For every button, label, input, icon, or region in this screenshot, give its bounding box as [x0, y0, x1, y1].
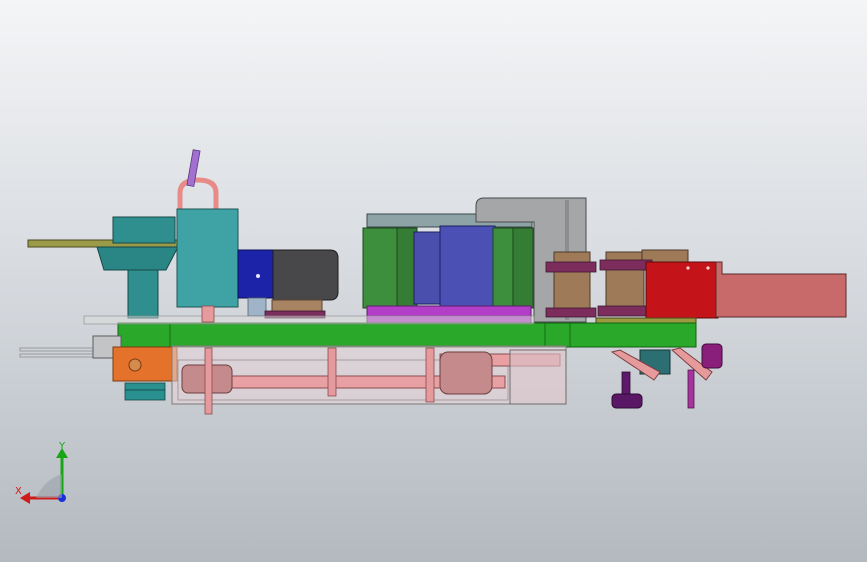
purple-knob-left [611, 393, 643, 409]
center-green-right [492, 227, 516, 309]
brown-roller-right-band [599, 259, 653, 271]
coordinate-triad: X Y [14, 440, 78, 510]
blue-block-dot [256, 274, 260, 278]
graphics-viewport[interactable]: X Y [0, 0, 867, 562]
x-axis-label: X [15, 486, 22, 497]
pink-handle [177, 177, 219, 212]
brown-disk [271, 299, 323, 313]
brown-roller-left-band-bottom [545, 307, 597, 318]
teal-foot-base [124, 389, 166, 401]
pulley-right [439, 351, 493, 395]
orange-bracket-hole [128, 358, 142, 372]
red-block [645, 261, 719, 319]
teal-foot [124, 382, 166, 391]
teal-cylinder [176, 208, 239, 308]
shaft-1 [204, 347, 213, 415]
shaft-3 [425, 347, 435, 403]
teal-funnel-cone [96, 246, 179, 271]
teal-funnel-top [112, 216, 176, 244]
orange-bracket [112, 346, 178, 382]
red-arm [715, 261, 847, 318]
brown-roller-left-band-top [545, 261, 597, 273]
red-block-dot-2 [706, 266, 710, 270]
purple-knob-stem-right [687, 369, 695, 409]
brown-roller-left [553, 251, 591, 315]
green-base-plate [117, 322, 697, 348]
purple-knob-stem-left [621, 371, 631, 397]
triad-shade [36, 474, 62, 498]
center-green-right-2 [512, 227, 534, 309]
gray-motor [272, 249, 339, 301]
left-rod-upper [19, 347, 101, 352]
red-block-dot [686, 266, 690, 270]
purple-knob-right [701, 343, 723, 369]
transparent-top-plate [83, 315, 535, 325]
shaft-top-cap [201, 305, 215, 323]
blue-block [237, 249, 275, 299]
center-blue-cylinder [439, 225, 496, 307]
small-light-block [247, 297, 267, 317]
shaft-2 [327, 347, 337, 397]
cad-model[interactable] [0, 0, 867, 562]
teal-funnel-stem [127, 269, 159, 319]
y-axis-label: Y [59, 441, 66, 452]
right-lower-box [509, 349, 567, 405]
left-rod-lower [19, 353, 101, 358]
center-green-left [362, 227, 400, 309]
